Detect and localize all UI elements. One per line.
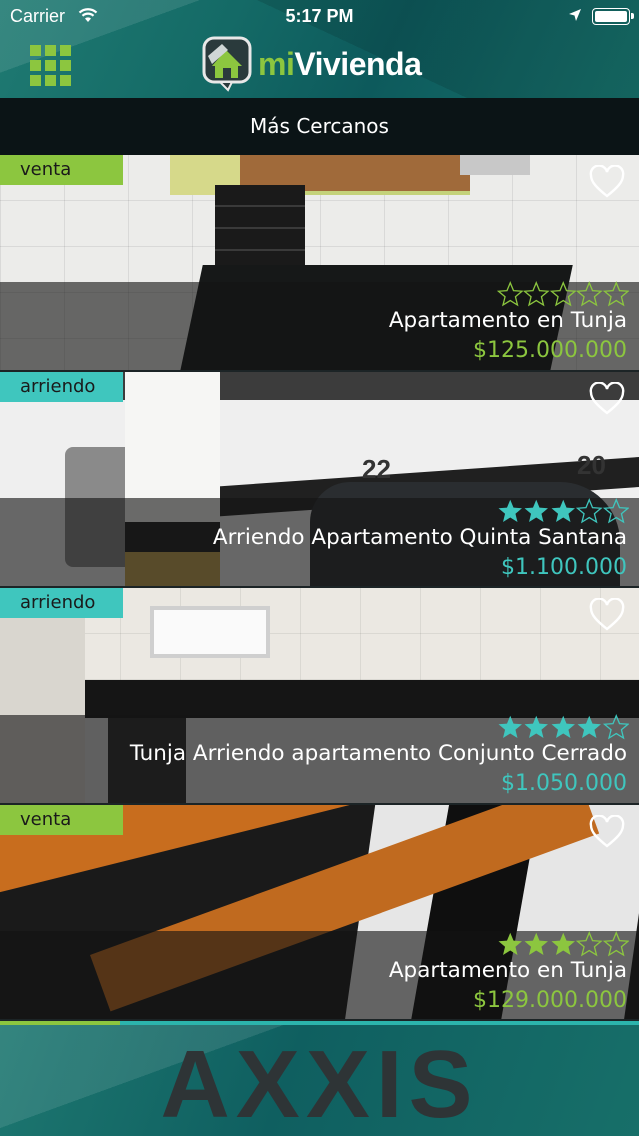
listing-price: $129.000.000 — [473, 987, 627, 1013]
app-logo: miVivienda — [200, 36, 460, 98]
star-filled-icon — [524, 932, 548, 955]
listing-price: $125.000.000 — [473, 338, 627, 363]
battery-icon — [592, 8, 634, 25]
status-bar: Carrier 5:17 PM — [0, 0, 639, 34]
listing-card[interactable]: arriendo Tunja Arriendo apartamento Conj… — [0, 588, 639, 805]
star-empty-icon — [549, 281, 576, 307]
listing-title: Apartamento en Tunja — [388, 308, 627, 333]
banner-logo-text: AXXIS — [160, 1031, 479, 1136]
rating-stars — [496, 281, 629, 307]
listing-title: Tunja Arriendo apartamento Conjunto Cerr… — [129, 741, 627, 766]
star-filled-icon — [551, 715, 575, 739]
app-header: Carrier 5:17 PM miVivienda — [0, 0, 639, 98]
listing-card[interactable]: venta Apartamento en Tunja $125.000.000 — [0, 155, 639, 372]
rating-stars — [497, 714, 629, 740]
rating-stars — [497, 497, 629, 524]
house-logo-icon — [202, 36, 252, 92]
star-empty-icon — [576, 497, 603, 523]
listing-type-badge: arriendo — [0, 371, 123, 402]
star-filled-icon — [524, 715, 548, 739]
rating-stars — [497, 930, 629, 957]
star-empty-icon — [576, 281, 603, 307]
star-filled-icon — [524, 499, 548, 522]
star-empty-icon — [602, 930, 629, 956]
listings-list: venta Apartamento en Tunja $125.000.000 … — [0, 155, 639, 1021]
section-title: Más Cercanos — [250, 114, 389, 138]
listing-price: $1.100.000 — [501, 554, 627, 580]
star-filled-icon — [498, 715, 522, 739]
star-empty-icon — [576, 930, 603, 956]
listing-title: Arriendo Apartamento Quinta Santana — [212, 524, 627, 550]
logo-prefix: mi — [258, 46, 295, 82]
status-time: 5:17 PM — [285, 6, 354, 26]
star-filled-icon — [551, 932, 575, 955]
grid-menu-icon[interactable] — [30, 45, 72, 86]
star-empty-icon — [523, 281, 550, 307]
location-arrow-icon — [569, 9, 581, 21]
star-empty-icon — [602, 497, 629, 523]
logo-wordmark: miVivienda — [258, 46, 422, 83]
listing-type-badge: venta — [0, 804, 123, 835]
listing-card[interactable]: 22 20 arriendo Arriendo Apartamento Quint… — [0, 371, 639, 588]
star-empty-icon — [496, 281, 523, 307]
listing-type-badge: venta — [0, 155, 123, 185]
star-empty-icon — [602, 281, 629, 307]
star-filled-icon — [498, 932, 522, 955]
listing-type-badge: arriendo — [0, 588, 123, 618]
ad-banner[interactable]: AXXIS — [0, 1021, 639, 1136]
heart-icon[interactable] — [589, 165, 625, 199]
star-filled-icon — [577, 715, 601, 739]
listing-title: Apartamento en Tunja — [388, 957, 627, 983]
listing-card[interactable]: venta Apartamento en Tunja $129.000.000 — [0, 804, 639, 1021]
heart-icon[interactable] — [589, 381, 625, 416]
star-filled-icon — [498, 499, 522, 522]
star-empty-icon — [602, 714, 629, 740]
heart-icon[interactable] — [589, 814, 625, 849]
heart-icon[interactable] — [589, 598, 625, 632]
star-filled-icon — [551, 499, 575, 522]
listing-price: $1.050.000 — [501, 771, 627, 796]
logo-name: Vivienda — [294, 46, 422, 82]
section-title-bar: Más Cercanos — [0, 98, 639, 155]
